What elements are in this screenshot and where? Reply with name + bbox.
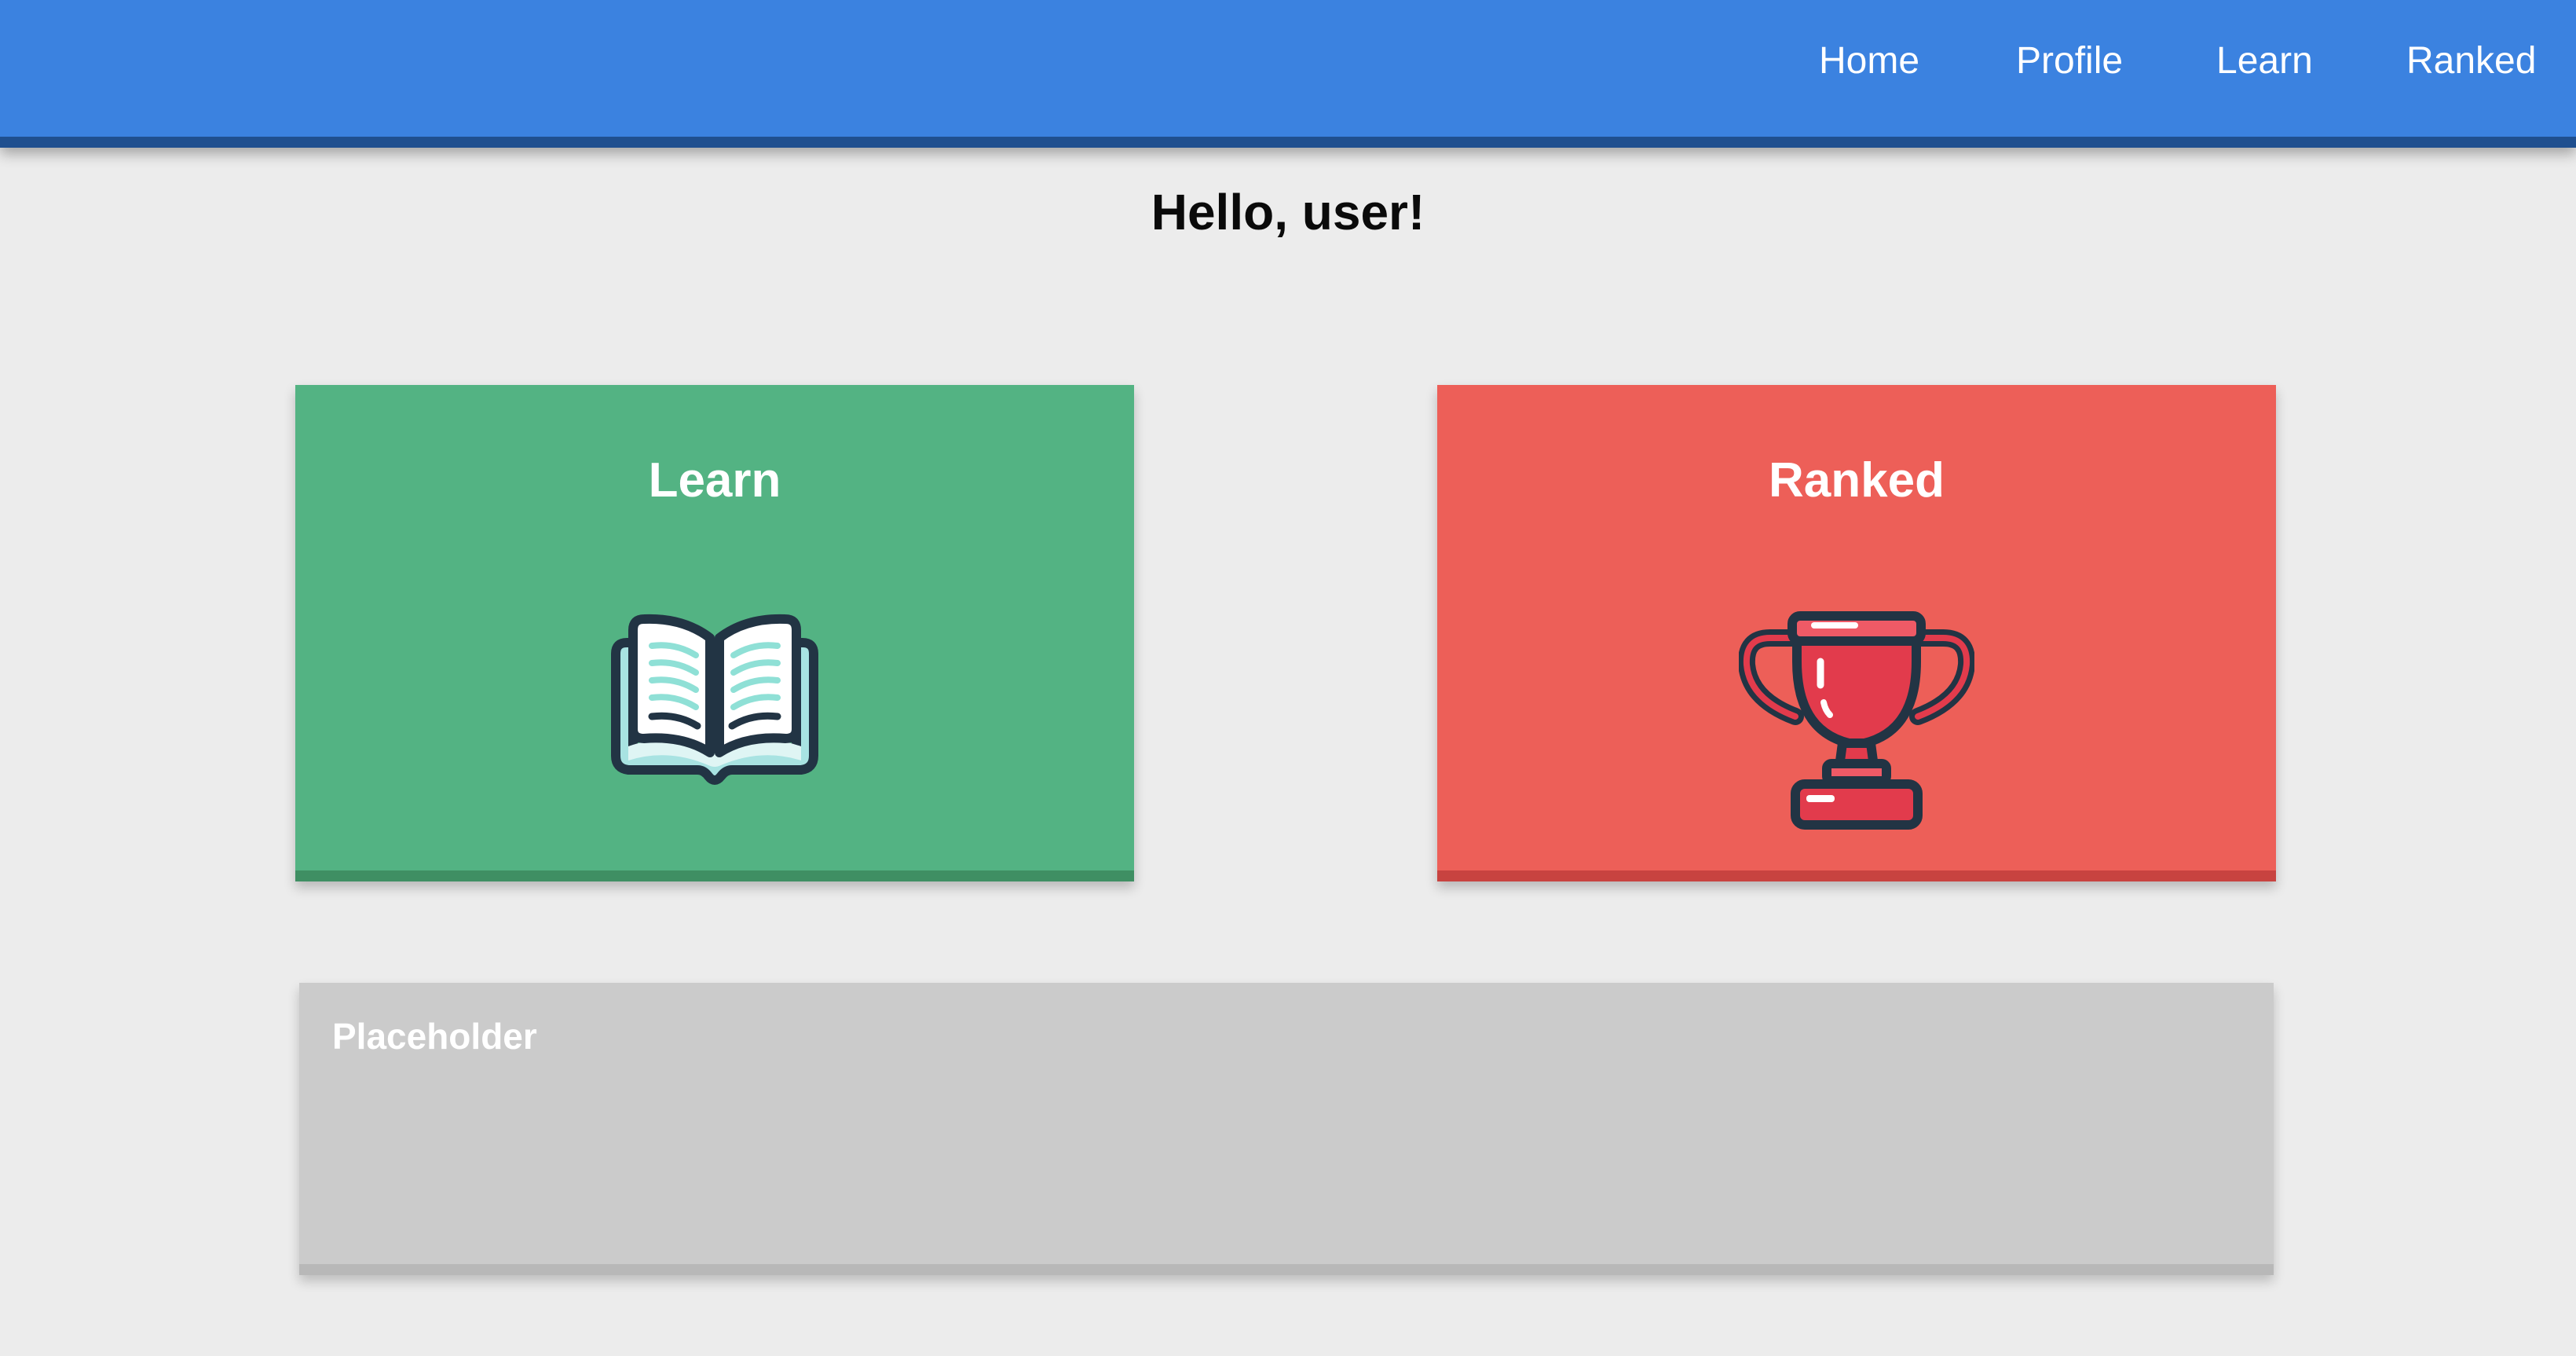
ranked-card-title: Ranked [1769, 453, 1945, 508]
open-book-icon [605, 607, 825, 795]
trophy-icon [1737, 607, 1976, 839]
nav-link-learn[interactable]: Learn [2216, 38, 2313, 85]
nav-link-home[interactable]: Home [1819, 38, 1919, 85]
nav-link-ranked[interactable]: Ranked [2406, 38, 2536, 85]
learn-card[interactable]: Learn [295, 385, 1134, 881]
greeting-heading: Hello, user! [1151, 184, 1425, 240]
top-navbar: Home Profile Learn Ranked [0, 0, 2576, 148]
placeholder-label: Placeholder [332, 1016, 537, 1057]
placeholder-panel: Placeholder [299, 983, 2274, 1275]
nav-link-profile[interactable]: Profile [2016, 38, 2123, 85]
ranked-card[interactable]: Ranked [1437, 385, 2276, 881]
learn-card-title: Learn [648, 453, 781, 508]
